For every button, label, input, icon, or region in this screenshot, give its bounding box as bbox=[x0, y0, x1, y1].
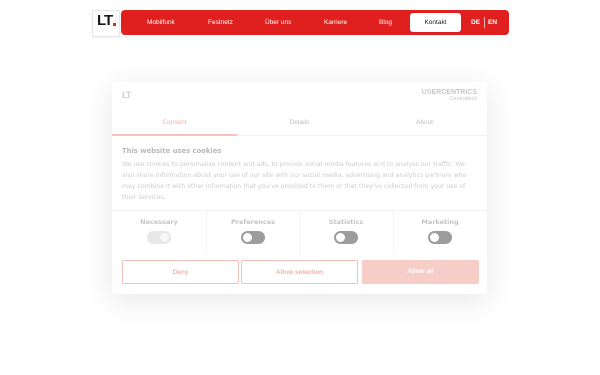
necessary-toggle bbox=[147, 231, 171, 244]
preferences-toggle[interactable] bbox=[241, 231, 265, 244]
category-necessary: Necessary bbox=[112, 210, 206, 255]
nav-karriere[interactable]: Karriere bbox=[324, 10, 347, 35]
tab-about[interactable]: About bbox=[362, 119, 487, 126]
brand-sub: Cookiebot bbox=[449, 96, 477, 102]
category-marketing: Marketing bbox=[393, 210, 487, 255]
category-label: Preferences bbox=[231, 218, 275, 226]
consent-description: We use cookies to personalise content an… bbox=[122, 161, 467, 201]
tab-details[interactable]: Details bbox=[237, 119, 362, 126]
cookie-consent-dialog: LT USERCENTRICS Cookiebot Consent Detail… bbox=[112, 82, 487, 294]
consent-title: This website uses cookies bbox=[122, 147, 222, 155]
marketing-toggle[interactable] bbox=[428, 231, 452, 244]
allow-all-button[interactable]: Allow all bbox=[362, 260, 479, 284]
category-preferences: Preferences bbox=[206, 210, 300, 255]
statistics-toggle[interactable] bbox=[334, 231, 358, 244]
category-label: Necessary bbox=[140, 218, 178, 226]
nav-blog[interactable]: Blog bbox=[379, 10, 392, 35]
nav-mobilfunk[interactable]: Mobilfunk bbox=[147, 10, 175, 35]
logo-red-mark bbox=[113, 23, 116, 26]
category-label: Statistics bbox=[328, 218, 364, 226]
nav-festnetz[interactable]: Festnetz bbox=[208, 10, 233, 35]
active-tab-indicator bbox=[112, 134, 237, 136]
site-logo[interactable]: LT bbox=[92, 10, 120, 37]
language-en[interactable]: EN bbox=[488, 10, 497, 35]
main-navigation: Mobilfunk Festnetz Über uns Karriere Blo… bbox=[121, 10, 509, 35]
nav-ueber-uns[interactable]: Über uns bbox=[265, 10, 291, 35]
usercentrics-brand[interactable]: USERCENTRICS Cookiebot bbox=[422, 89, 477, 102]
category-statistics: Statistics bbox=[299, 210, 393, 255]
deny-button[interactable]: Deny bbox=[122, 260, 239, 284]
tab-consent[interactable]: Consent bbox=[112, 119, 237, 126]
language-de[interactable]: DE bbox=[471, 10, 480, 35]
category-label: Marketing bbox=[421, 218, 459, 226]
logo-text: LT bbox=[97, 12, 113, 29]
contact-button[interactable]: Kontakt bbox=[410, 13, 461, 32]
language-separator bbox=[484, 17, 485, 28]
dialog-logo: LT bbox=[122, 90, 131, 100]
allow-selection-button[interactable]: Allow selection bbox=[241, 260, 358, 284]
